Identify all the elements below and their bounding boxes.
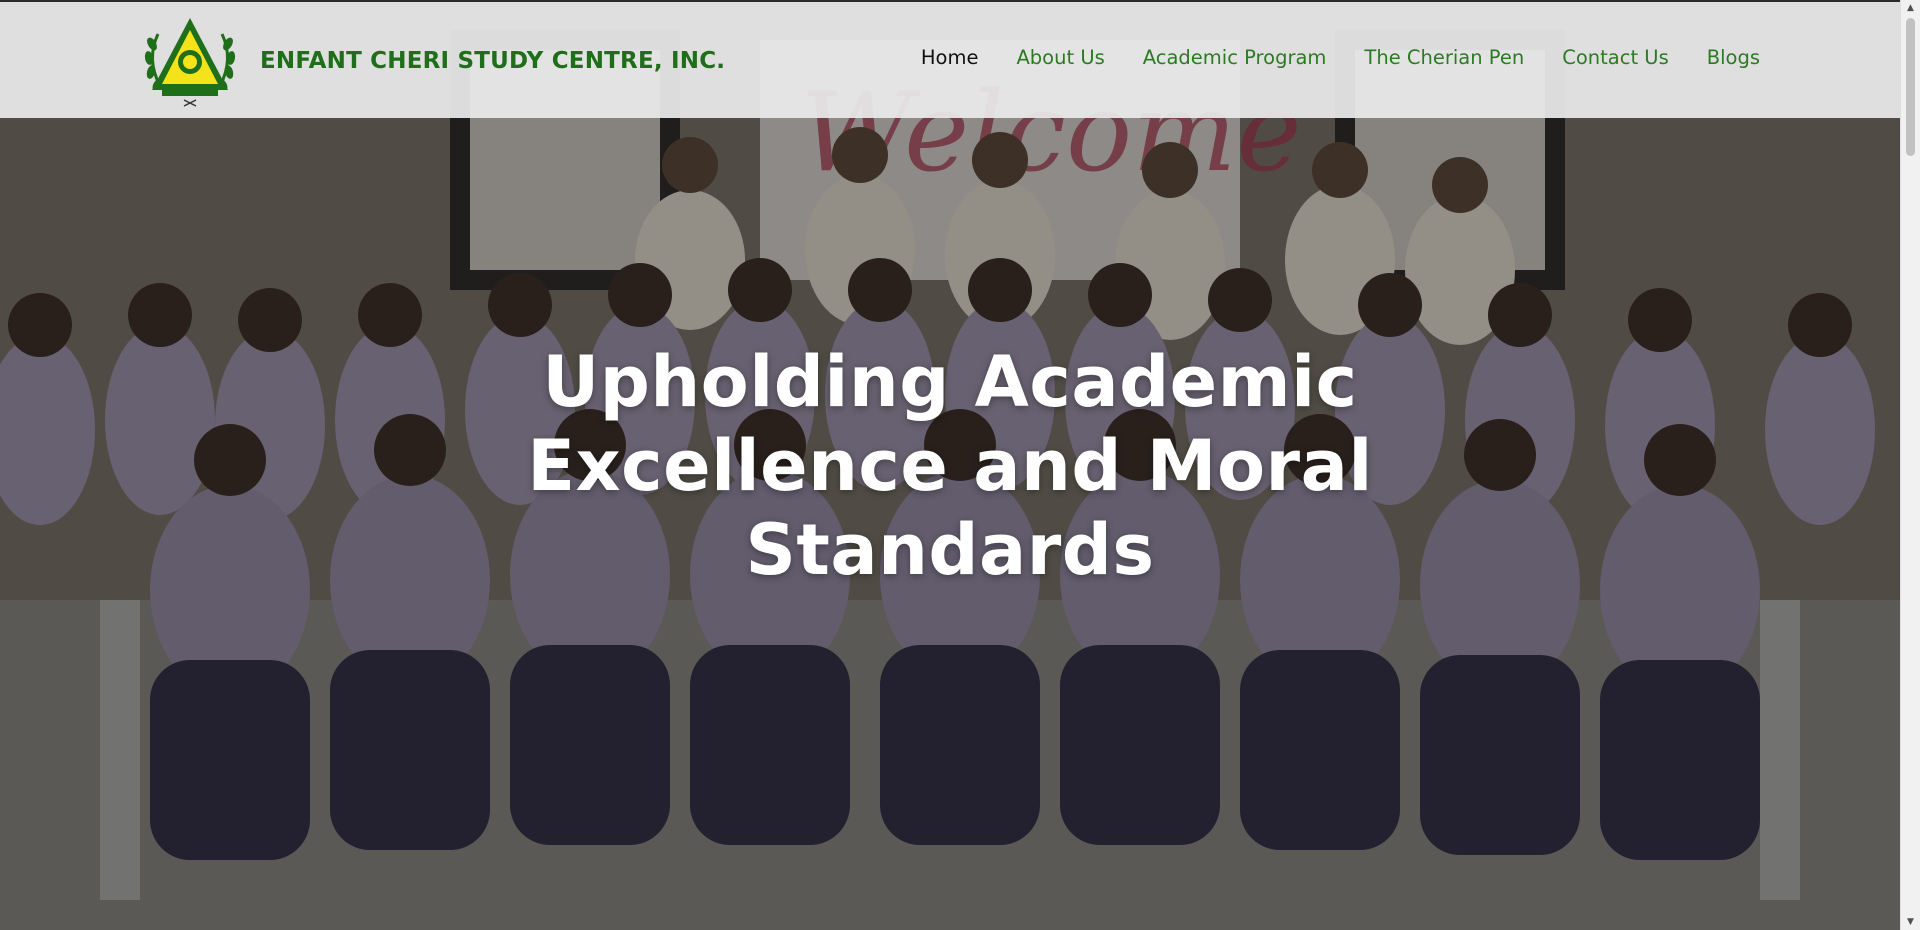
brand-name: ENFANT CHERI STUDY CENTRE, INC. xyxy=(260,48,726,74)
nav-item-academic-program[interactable]: Academic Program xyxy=(1143,46,1327,69)
hero-title: Upholding Academic Excellence and Moral … xyxy=(0,340,1900,592)
school-seal-icon xyxy=(144,18,236,107)
nav-item-the-cherian-pen[interactable]: The Cherian Pen xyxy=(1364,46,1524,69)
vertical-scrollbar[interactable]: ▲ ▼ xyxy=(1900,0,1920,930)
scrollbar-thumb[interactable] xyxy=(1906,18,1915,156)
nav-item-blogs[interactable]: Blogs xyxy=(1707,46,1760,69)
nav-item-contact-us[interactable]: Contact Us xyxy=(1562,46,1669,69)
hero-title-line-3: Standards xyxy=(745,509,1155,591)
nav-item-about-us[interactable]: About Us xyxy=(1016,46,1104,69)
main-nav: Home About Us Academic Program The Cheri… xyxy=(921,46,1760,69)
brand-link[interactable]: ENFANT CHERI STUDY CENTRE, INC. xyxy=(140,14,725,108)
hero-title-line-1: Upholding Academic xyxy=(542,341,1358,423)
scroll-up-arrow-icon[interactable]: ▲ xyxy=(1901,0,1920,16)
scroll-down-arrow-icon[interactable]: ▼ xyxy=(1901,914,1920,930)
page: Welcome Upholding Academic Excellence an… xyxy=(0,0,1920,930)
hero-section: Welcome Upholding Academic Excellence an… xyxy=(0,0,1900,930)
nav-item-home[interactable]: Home xyxy=(921,46,979,69)
site-header: ENFANT CHERI STUDY CENTRE, INC. Home Abo… xyxy=(0,0,1900,118)
hero-title-line-2: Excellence and Moral xyxy=(527,425,1373,507)
